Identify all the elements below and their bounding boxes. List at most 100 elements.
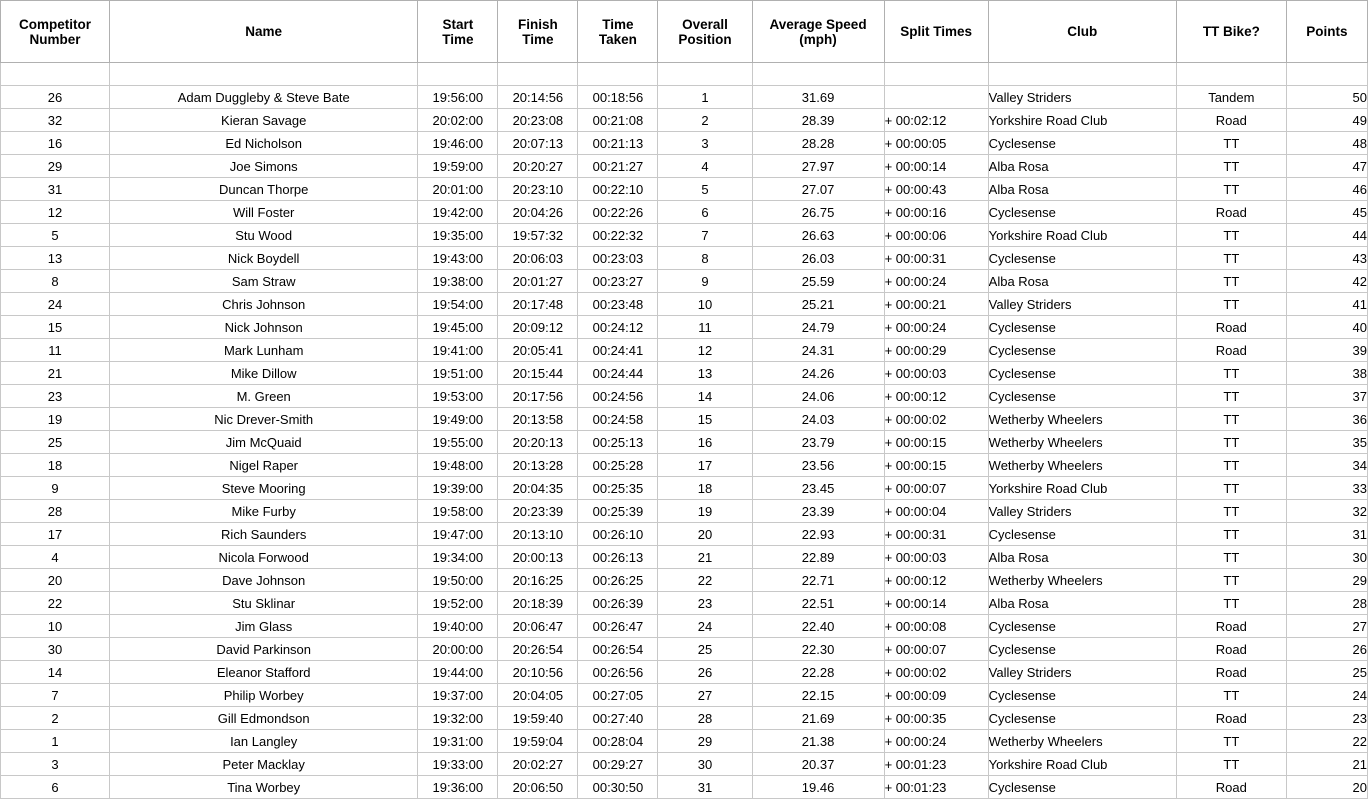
cell-start_time[interactable]: 19:59:00	[417, 154, 499, 178]
cell-start_time[interactable]: 19:42:00	[417, 200, 499, 224]
cell-split_times[interactable]: + 00:00:02	[883, 660, 989, 684]
cell-points[interactable]: 27	[1285, 614, 1368, 638]
cell-time_taken[interactable]: 00:25:28	[577, 453, 659, 477]
cell-average_speed[interactable]: 22.51	[751, 591, 885, 615]
cell-finish_time[interactable]: 20:23:10	[497, 177, 579, 201]
cell-points[interactable]: 25	[1285, 660, 1368, 684]
column-header-club[interactable]: Club	[987, 0, 1177, 63]
cell-average_speed[interactable]: 22.15	[751, 683, 885, 707]
table-row[interactable]: 12 Will Foster 19:42:00 20:04:26 00:22:26 6 26…	[0, 200, 1368, 224]
cell-tt_bike[interactable]: TT	[1175, 545, 1287, 569]
cell-name[interactable]: Joe Simons	[109, 154, 419, 178]
cell-club[interactable]: Wetherby Wheelers	[987, 568, 1177, 592]
cell-points[interactable]: 41	[1285, 292, 1368, 316]
cell-time_taken[interactable]: 00:23:03	[577, 246, 659, 270]
cell-club[interactable]: Cyclesense	[987, 384, 1177, 408]
cell-name[interactable]: Adam Duggleby & Steve Bate	[109, 85, 419, 109]
cell-overall_position[interactable]: 21	[657, 545, 753, 569]
cell-competitor_number[interactable]: 21	[0, 361, 111, 385]
cell-points[interactable]: 32	[1285, 499, 1368, 523]
cell-tt_bike[interactable]: Road	[1175, 338, 1287, 362]
cell-tt_bike[interactable]: Tandem	[1175, 85, 1287, 109]
cell-overall_position[interactable]: 13	[657, 361, 753, 385]
table-row[interactable]: 20 Dave Johnson 19:50:00 20:16:25 00:26:25 22…	[0, 568, 1368, 592]
cell-start_time[interactable]: 19:48:00	[417, 453, 499, 477]
cell-competitor_number[interactable]: 25	[0, 430, 111, 454]
cell-competitor_number[interactable]: 11	[0, 338, 111, 362]
cell-name[interactable]: Mike Furby	[109, 499, 419, 523]
cell-name[interactable]: Will Foster	[109, 200, 419, 224]
cell-finish_time[interactable]: 20:23:08	[497, 108, 579, 132]
table-row[interactable]: 8 Sam Straw 19:38:00 20:01:27 00:23:27 9 25.59…	[0, 269, 1368, 293]
cell-name[interactable]: Mike Dillow	[109, 361, 419, 385]
cell-overall_position[interactable]: 24	[657, 614, 753, 638]
cell-split_times[interactable]: + 00:00:02	[883, 407, 989, 431]
table-row[interactable]: 4 Nicola Forwood 19:34:00 20:00:13 00:26:13 2…	[0, 545, 1368, 569]
cell-split_times[interactable]: + 00:00:21	[883, 292, 989, 316]
cell-time_taken[interactable]: 00:28:04	[577, 729, 659, 753]
cell-overall_position[interactable]: 10	[657, 292, 753, 316]
cell-club[interactable]: Valley Striders	[987, 499, 1177, 523]
cell-club[interactable]: Yorkshire Road Club	[987, 108, 1177, 132]
cell-split_times[interactable]: + 00:02:12	[883, 108, 989, 132]
cell-start_time[interactable]: 19:36:00	[417, 775, 499, 799]
table-row[interactable]: 6 Tina Worbey 19:36:00 20:06:50 00:30:50 31 19…	[0, 775, 1368, 799]
cell-time_taken[interactable]: 00:21:27	[577, 154, 659, 178]
cell-split_times[interactable]: + 00:00:14	[883, 591, 989, 615]
cell-average_speed[interactable]: 22.40	[751, 614, 885, 638]
cell-overall_position[interactable]: 26	[657, 660, 753, 684]
cell-club[interactable]: Cyclesense	[987, 131, 1177, 155]
cell-name[interactable]: M. Green	[109, 384, 419, 408]
cell-overall_position[interactable]: 8	[657, 246, 753, 270]
cell-name[interactable]: Ed Nicholson	[109, 131, 419, 155]
cell-finish_time[interactable]: 20:17:48	[497, 292, 579, 316]
table-row[interactable]: 25 Jim McQuaid 19:55:00 20:20:13 00:25:13 16 2…	[0, 430, 1368, 454]
table-row[interactable]: 22 Stu Sklinar 19:52:00 20:18:39 00:26:39 23 2…	[0, 591, 1368, 615]
cell-name[interactable]: Gill Edmondson	[109, 706, 419, 730]
cell-tt_bike[interactable]: TT	[1175, 591, 1287, 615]
cell-split_times[interactable]: + 00:01:23	[883, 752, 989, 776]
cell-name[interactable]: Tina Worbey	[109, 775, 419, 799]
cell-finish_time[interactable]: 20:13:10	[497, 522, 579, 546]
cell-club[interactable]: Valley Striders	[987, 85, 1177, 109]
cell-club[interactable]: Cyclesense	[987, 706, 1177, 730]
table-row[interactable]: 29 Joe Simons 19:59:00 20:20:27 00:21:27 4 27.…	[0, 154, 1368, 178]
cell-overall_position[interactable]: 23	[657, 591, 753, 615]
cell-tt_bike[interactable]: TT	[1175, 522, 1287, 546]
cell-average_speed[interactable]: 21.38	[751, 729, 885, 753]
cell-finish_time[interactable]: 20:14:56	[497, 85, 579, 109]
cell-split_times[interactable]: + 00:00:03	[883, 545, 989, 569]
cell-competitor_number[interactable]: 24	[0, 292, 111, 316]
cell-overall_position[interactable]: 31	[657, 775, 753, 799]
table-row[interactable]: 30 David Parkinson 20:00:00 20:26:54 00:26:5…	[0, 637, 1368, 661]
cell-start_time[interactable]: 19:49:00	[417, 407, 499, 431]
table-row[interactable]: 10 Jim Glass 19:40:00 20:06:47 00:26:47 24 22.…	[0, 614, 1368, 638]
cell-name[interactable]: Duncan Thorpe	[109, 177, 419, 201]
cell-average_speed[interactable]: 23.39	[751, 499, 885, 523]
cell-name[interactable]: Dave Johnson	[109, 568, 419, 592]
cell-start_time[interactable]: 19:40:00	[417, 614, 499, 638]
cell-competitor_number[interactable]: 14	[0, 660, 111, 684]
cell-competitor_number[interactable]: 12	[0, 200, 111, 224]
cell-overall_position[interactable]: 22	[657, 568, 753, 592]
cell-tt_bike[interactable]: TT	[1175, 269, 1287, 293]
cell-time_taken[interactable]: 00:24:41	[577, 338, 659, 362]
cell-name[interactable]: Nicola Forwood	[109, 545, 419, 569]
cell-competitor_number[interactable]: 22	[0, 591, 111, 615]
cell-name[interactable]: Stu Wood	[109, 223, 419, 247]
cell-club[interactable]: Alba Rosa	[987, 154, 1177, 178]
cell-competitor_number[interactable]: 20	[0, 568, 111, 592]
cell-tt_bike[interactable]: Road	[1175, 614, 1287, 638]
cell-overall_position[interactable]: 15	[657, 407, 753, 431]
cell-points[interactable]: 49	[1285, 108, 1368, 132]
cell-tt_bike[interactable]: TT	[1175, 729, 1287, 753]
cell-split_times[interactable]: + 00:00:24	[883, 729, 989, 753]
table-row[interactable]: 3 Peter Macklay 19:33:00 20:02:27 00:29:27 30…	[0, 752, 1368, 776]
cell-club[interactable]: Cyclesense	[987, 315, 1177, 339]
cell-points[interactable]: 40	[1285, 315, 1368, 339]
table-row[interactable]: 24 Chris Johnson 19:54:00 20:17:48 00:23:48 1…	[0, 292, 1368, 316]
cell-finish_time[interactable]: 20:10:56	[497, 660, 579, 684]
cell-overall_position[interactable]: 1	[657, 85, 753, 109]
cell-points[interactable]: 37	[1285, 384, 1368, 408]
cell-competitor_number[interactable]: 3	[0, 752, 111, 776]
